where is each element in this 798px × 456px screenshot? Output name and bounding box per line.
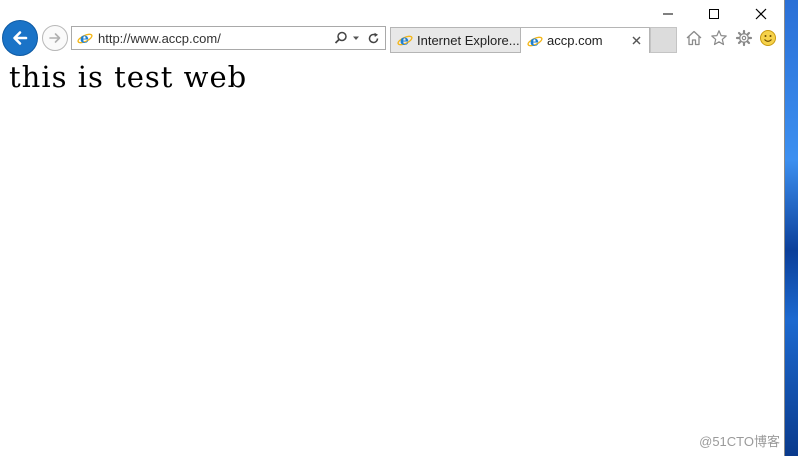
- forward-button[interactable]: [42, 25, 68, 51]
- favorites-button[interactable]: [709, 28, 729, 48]
- ie-logo-icon: e: [526, 32, 544, 50]
- browser-window: e http://www.accp.com/ e Internet Explor…: [0, 0, 785, 456]
- tab-internet-explorer[interactable]: e Internet Explore...: [390, 27, 521, 53]
- close-window-button[interactable]: [738, 2, 784, 26]
- new-tab-button[interactable]: [650, 27, 677, 53]
- page-content: this is test web @51CTO博客: [0, 56, 784, 456]
- chevron-down-icon: [353, 36, 359, 40]
- arrow-left-icon: [13, 31, 28, 45]
- star-icon: [711, 30, 727, 46]
- minimize-icon: [663, 13, 673, 15]
- tab-close-button[interactable]: [629, 33, 643, 47]
- feedback-button[interactable]: [758, 28, 778, 48]
- ie-logo-icon: e: [76, 29, 94, 47]
- refresh-button[interactable]: [363, 27, 383, 49]
- page-heading: this is test web: [9, 60, 248, 94]
- maximize-button[interactable]: [691, 2, 737, 26]
- gear-icon: [735, 29, 753, 47]
- watermark: @51CTO博客: [699, 434, 780, 449]
- back-button[interactable]: [2, 20, 38, 56]
- refresh-icon: [368, 32, 378, 43]
- tab-accp[interactable]: e accp.com: [521, 27, 650, 53]
- address-dropdown-button[interactable]: [349, 27, 363, 49]
- svg-text:e: e: [400, 33, 409, 48]
- close-icon: [632, 36, 640, 44]
- maximize-icon: [709, 9, 719, 19]
- svg-text:e: e: [530, 34, 539, 49]
- ie-logo-icon: e: [396, 31, 414, 49]
- home-icon: [686, 30, 702, 46]
- minimize-button[interactable]: [645, 2, 691, 26]
- tab-label: accp.com: [547, 33, 603, 48]
- address-bar[interactable]: e http://www.accp.com/: [71, 26, 386, 50]
- search-icon: [334, 31, 347, 44]
- tab-label: Internet Explore...: [417, 32, 520, 48]
- url-text[interactable]: http://www.accp.com/: [98, 31, 333, 46]
- smiley-icon: [760, 30, 776, 46]
- tools-button[interactable]: [734, 28, 754, 48]
- search-button[interactable]: [333, 27, 349, 49]
- arrow-right-icon: [49, 33, 61, 43]
- home-button[interactable]: [684, 28, 704, 48]
- svg-text:e: e: [80, 31, 89, 46]
- close-icon: [755, 8, 767, 20]
- desktop-background: [785, 0, 798, 456]
